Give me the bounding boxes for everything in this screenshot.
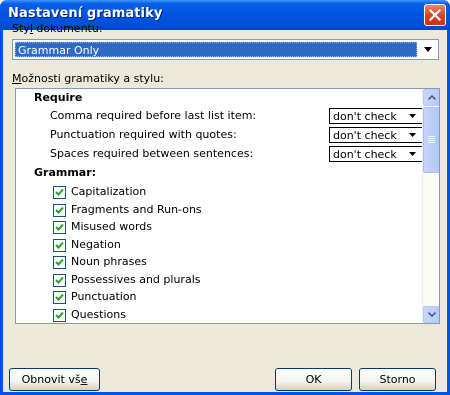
chevron-down-icon — [409, 133, 416, 137]
dropdown-arrow[interactable] — [406, 148, 421, 160]
chevron-down-icon — [409, 152, 416, 156]
grammar-options-label: Možnosti gramatiky a stylu: — [12, 72, 164, 85]
chevron-down-icon — [428, 312, 436, 317]
checkbox[interactable] — [53, 239, 66, 252]
checkmark-icon — [55, 311, 64, 319]
checkmark-icon — [55, 276, 64, 284]
checkmark-icon — [55, 223, 64, 231]
scroll-up-button[interactable] — [423, 89, 439, 106]
checkmark-icon — [55, 241, 64, 249]
list-header-require: Require — [34, 91, 83, 104]
grammar-options-list[interactable]: Require Comma required before last list … — [15, 88, 440, 324]
checkmark-icon — [55, 188, 64, 196]
dropdown-arrow[interactable] — [406, 110, 421, 122]
checkbox-negation[interactable]: Negation — [16, 236, 426, 254]
dialog-title: Nastavení gramatiky — [8, 6, 163, 21]
quotes-rule-select[interactable]: don't check — [329, 127, 423, 143]
list-item: Comma required before last list item: do… — [16, 107, 426, 125]
checkbox[interactable] — [53, 309, 66, 322]
checkbox[interactable] — [53, 256, 66, 269]
chevron-down-icon — [409, 114, 416, 118]
document-style-label: Styl dokumentu: — [12, 22, 103, 35]
reset-all-button[interactable]: Obnovit vše — [9, 368, 100, 391]
checkbox-capitalization[interactable]: Capitalization — [16, 183, 426, 201]
chevron-down-icon — [424, 47, 432, 52]
document-style-select[interactable]: Grammar Only — [12, 39, 439, 60]
checkbox-punctuation[interactable]: Punctuation — [16, 288, 426, 306]
checkbox-fragments[interactable]: Fragments and Run-ons — [16, 201, 426, 219]
checkbox[interactable] — [53, 291, 66, 304]
checkmark-icon — [55, 206, 64, 214]
document-style-value: Grammar Only — [15, 42, 417, 57]
scroll-thumb[interactable] — [423, 107, 439, 173]
checkbox[interactable] — [53, 221, 66, 234]
close-button[interactable] — [424, 4, 446, 26]
cancel-button[interactable]: Storno — [359, 368, 436, 391]
vertical-scrollbar[interactable] — [422, 89, 439, 323]
thumb-grip — [428, 140, 435, 141]
thumb-grip — [428, 136, 435, 137]
chevron-up-icon — [428, 95, 436, 100]
checkbox[interactable] — [53, 204, 66, 217]
list-item: Spaces required between sentences: don't… — [16, 145, 426, 163]
dialog-window: Nastavení gramatiky Styl dokumentu: Gram… — [0, 0, 450, 395]
close-icon — [429, 9, 441, 21]
checkbox[interactable] — [53, 186, 66, 199]
thumb-grip — [428, 138, 435, 139]
document-style-dropdown-button[interactable] — [420, 41, 437, 58]
dropdown-arrow[interactable] — [406, 129, 421, 141]
comma-rule-select[interactable]: don't check — [329, 108, 423, 124]
thumb-grip — [428, 142, 435, 143]
ok-button[interactable]: OK — [275, 368, 352, 391]
scroll-down-button[interactable] — [423, 306, 439, 323]
list-item: Punctuation required with quotes: don't … — [16, 126, 426, 144]
checkmark-icon — [55, 258, 64, 266]
checkbox-noun-phrases[interactable]: Noun phrases — [16, 253, 426, 271]
list-header-grammar: Grammar: — [34, 166, 97, 179]
checkmark-icon — [55, 293, 64, 301]
checkbox-questions[interactable]: Questions — [16, 306, 426, 323]
checkbox-possessives[interactable]: Possessives and plurals — [16, 271, 426, 289]
checkbox-misused-words[interactable]: Misused words — [16, 218, 426, 236]
spaces-rule-select[interactable]: don't check — [329, 146, 423, 162]
checkbox[interactable] — [53, 274, 66, 287]
